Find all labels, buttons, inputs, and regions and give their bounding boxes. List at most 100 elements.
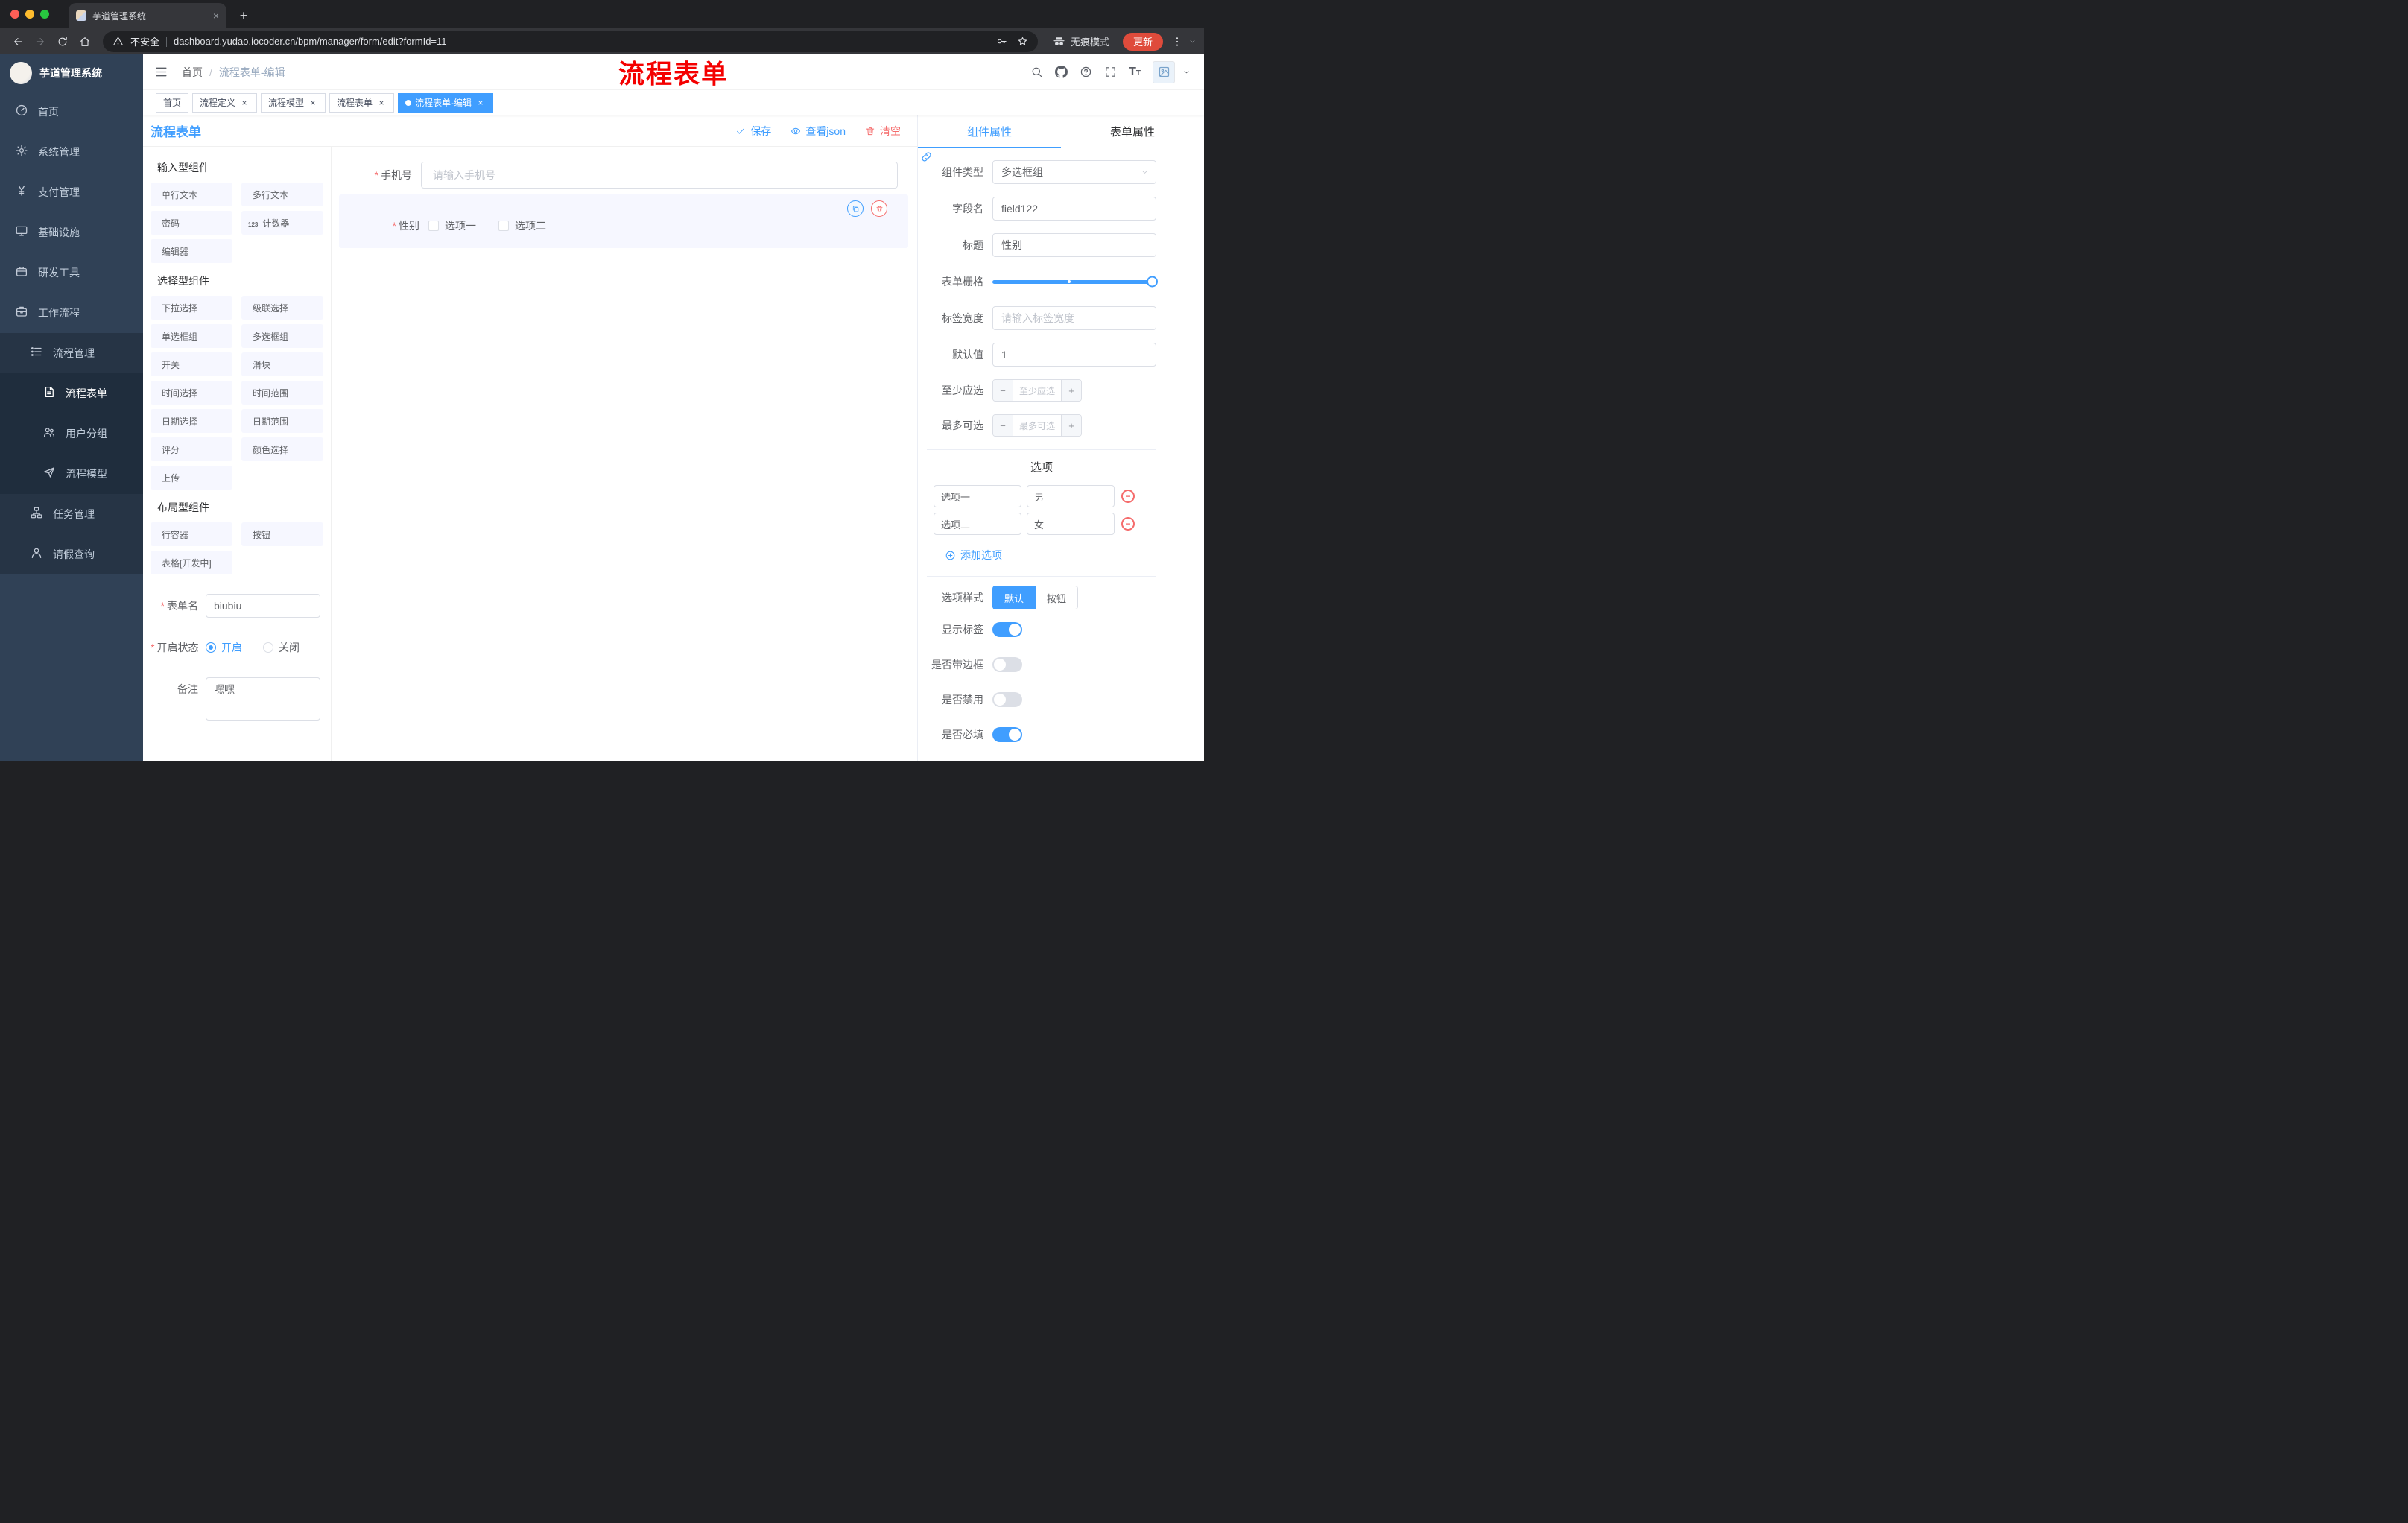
- fullscreen-icon[interactable]: [1104, 66, 1117, 78]
- remove-option-button[interactable]: −: [1121, 490, 1135, 503]
- palette-chip[interactable]: 多行文本: [241, 183, 323, 206]
- tag-2[interactable]: 流程模型 ×: [261, 92, 326, 113]
- form-canvas[interactable]: * 手机号 请输入手机号 * 性别 选项一 选项二: [332, 147, 917, 762]
- save-button[interactable]: 保存: [735, 124, 771, 139]
- tab-close-icon[interactable]: ×: [213, 10, 219, 22]
- palette-chip[interactable]: 下拉选择: [150, 296, 232, 320]
- option-value-input[interactable]: [1027, 485, 1115, 507]
- remark-textarea[interactable]: 嘿嘿: [206, 677, 320, 721]
- sidebar-item-8[interactable]: 用户分组: [0, 414, 143, 454]
- sidebar-item-6[interactable]: 流程管理: [0, 333, 143, 373]
- checkbox[interactable]: [498, 221, 509, 231]
- view-json-button[interactable]: 查看json: [790, 124, 846, 139]
- sidebar-item-5[interactable]: 工作流程: [0, 293, 143, 333]
- bookmark-star-icon[interactable]: [1017, 36, 1028, 47]
- breadcrumb-home[interactable]: 首页: [182, 65, 203, 80]
- copy-component-button[interactable]: [847, 200, 864, 217]
- toggle-switch[interactable]: [992, 622, 1022, 637]
- tab-component-properties[interactable]: 组件属性: [918, 115, 1061, 148]
- avatar[interactable]: [1153, 60, 1175, 83]
- forward-icon[interactable]: [30, 31, 51, 52]
- max-select-stepper[interactable]: − 最多可选 +: [992, 414, 1082, 437]
- home-icon[interactable]: [75, 31, 95, 52]
- sidebar-item-4[interactable]: 研发工具: [0, 253, 143, 293]
- radio-open[interactable]: 开启: [206, 640, 242, 655]
- browser-tab[interactable]: 芋道管理系统 ×: [69, 3, 226, 28]
- radio-closed[interactable]: 关闭: [263, 640, 300, 655]
- palette-chip[interactable]: 多选框组: [241, 324, 323, 348]
- option-value-input[interactable]: [1027, 513, 1115, 535]
- tag-4[interactable]: 流程表单-编辑 ×: [398, 92, 494, 113]
- tag-0[interactable]: 首页: [156, 92, 189, 113]
- phone-input[interactable]: 请输入手机号: [421, 162, 898, 189]
- palette-chip[interactable]: 滑块: [241, 352, 323, 376]
- sidebar-collapse-button[interactable]: [154, 65, 168, 79]
- palette-chip[interactable]: 123 计数器: [241, 211, 323, 235]
- reload-icon[interactable]: [52, 31, 73, 52]
- avatar-caret-icon[interactable]: [1182, 68, 1191, 76]
- palette-chip[interactable]: 上传: [150, 466, 232, 490]
- palette-chip[interactable]: 时间范围: [241, 381, 323, 405]
- palette-chip[interactable]: 日期选择: [150, 409, 232, 433]
- palette-chip[interactable]: 时间选择: [150, 381, 232, 405]
- gender-checkbox-option[interactable]: 选项二: [498, 218, 546, 233]
- toggle-switch[interactable]: [992, 727, 1022, 742]
- palette-chip[interactable]: 按钮: [241, 522, 323, 546]
- tag-close-icon[interactable]: ×: [376, 98, 387, 108]
- component-type-select[interactable]: 多选框组: [992, 160, 1156, 184]
- decrease-button[interactable]: −: [993, 415, 1013, 436]
- toggle-switch[interactable]: [992, 657, 1022, 672]
- gender-checkbox-option[interactable]: 选项一: [428, 218, 476, 233]
- chevron-down-icon[interactable]: [1188, 37, 1197, 45]
- palette-chip[interactable]: 编辑器: [150, 239, 232, 263]
- style-default-button[interactable]: 默认: [992, 586, 1036, 609]
- key-icon[interactable]: [996, 36, 1007, 47]
- increase-button[interactable]: +: [1061, 415, 1081, 436]
- increase-button[interactable]: +: [1061, 380, 1081, 401]
- title-input[interactable]: [992, 233, 1156, 257]
- palette-chip[interactable]: 行容器: [150, 522, 232, 546]
- link-icon[interactable]: [920, 151, 933, 163]
- form-name-input[interactable]: [206, 594, 320, 618]
- tag-close-icon[interactable]: ×: [308, 98, 318, 108]
- style-button-button[interactable]: 按钮: [1036, 586, 1079, 609]
- sidebar-item-2[interactable]: 支付管理: [0, 172, 143, 212]
- sidebar-item-11[interactable]: 请假查询: [0, 534, 143, 574]
- tab-form-properties[interactable]: 表单属性: [1061, 115, 1204, 148]
- tag-close-icon[interactable]: ×: [239, 98, 250, 108]
- sidebar-item-3[interactable]: 基础设施: [0, 212, 143, 253]
- slider-handle[interactable]: [1147, 276, 1158, 288]
- min-select-stepper[interactable]: − 至少应选 +: [992, 379, 1082, 402]
- sidebar-item-10[interactable]: 任务管理: [0, 494, 143, 534]
- address-bar[interactable]: 不安全 dashboard.yudao.iocoder.cn/bpm/manag…: [103, 31, 1038, 52]
- option-name-input[interactable]: [934, 485, 1021, 507]
- search-icon[interactable]: [1030, 66, 1043, 78]
- window-minimize-button[interactable]: [25, 10, 34, 19]
- palette-chip[interactable]: 单选框组: [150, 324, 232, 348]
- gender-field[interactable]: * 性别 选项一 选项二: [339, 218, 898, 233]
- phone-field[interactable]: * 手机号 请输入手机号: [332, 162, 917, 189]
- palette-chip[interactable]: 颜色选择: [241, 437, 323, 461]
- remove-option-button[interactable]: −: [1121, 517, 1135, 531]
- default-value-input[interactable]: [992, 343, 1156, 367]
- grid-slider[interactable]: [992, 270, 1158, 294]
- palette-chip[interactable]: 级联选择: [241, 296, 323, 320]
- selected-component[interactable]: * 性别 选项一 选项二: [339, 194, 908, 248]
- palette-chip[interactable]: 开关: [150, 352, 232, 376]
- clear-button[interactable]: 清空: [865, 124, 901, 139]
- option-name-input[interactable]: [934, 513, 1021, 535]
- palette-chip[interactable]: 密码: [150, 211, 232, 235]
- toggle-switch[interactable]: [992, 692, 1022, 707]
- delete-component-button[interactable]: [871, 200, 887, 217]
- app-logo[interactable]: 芋道管理系统: [0, 54, 143, 92]
- add-option-button[interactable]: 添加选项: [945, 548, 1002, 563]
- window-close-button[interactable]: [10, 10, 19, 19]
- browser-menu-icon[interactable]: [1169, 36, 1185, 48]
- palette-chip[interactable]: 评分: [150, 437, 232, 461]
- palette-chip[interactable]: 表格[开发中]: [150, 551, 232, 574]
- tag-1[interactable]: 流程定义 ×: [192, 92, 258, 113]
- font-size-icon[interactable]: TT: [1129, 66, 1141, 79]
- window-zoom-button[interactable]: [40, 10, 49, 19]
- update-button[interactable]: 更新: [1122, 32, 1163, 51]
- checkbox[interactable]: [428, 221, 439, 231]
